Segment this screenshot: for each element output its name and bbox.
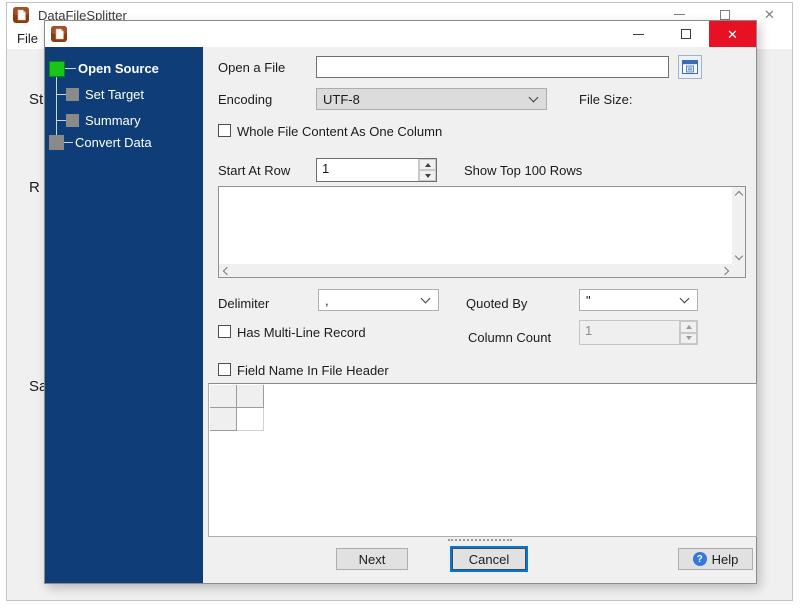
horizontal-scrollbar[interactable] <box>219 264 732 277</box>
chevron-right-icon <box>720 266 729 275</box>
scroll-down-button[interactable] <box>732 251 745 264</box>
start-at-row-value: 1 <box>322 161 330 176</box>
chevron-down-icon <box>734 251 743 261</box>
chevron-up-icon <box>734 190 743 200</box>
app-icon <box>13 7 29 23</box>
open-file-dialog-icon <box>682 60 698 74</box>
browse-file-button[interactable] <box>678 55 702 79</box>
app-icon <box>51 26 67 42</box>
delimiter-value: , <box>325 292 329 308</box>
spin-down-button <box>680 332 697 344</box>
dialog-maximize-button[interactable] <box>662 21 709 47</box>
step-marker-set-target <box>66 88 79 101</box>
maximize-icon <box>680 29 691 39</box>
close-icon: ✕ <box>764 7 775 22</box>
minimize-icon <box>674 14 685 15</box>
step-connector-line <box>64 142 73 143</box>
scrollbar-corner <box>732 264 745 277</box>
step-connector-line <box>56 120 66 121</box>
grid-data-cell[interactable] <box>237 408 264 431</box>
field-name-header-checkbox-label[interactable]: Field Name In File Header <box>237 363 389 378</box>
close-icon: ✕ <box>727 26 738 42</box>
minimize-icon <box>633 33 644 35</box>
step-marker-convert-data <box>49 135 64 150</box>
open-file-label: Open a File <box>218 60 286 75</box>
step-set-target: Set Target <box>85 87 145 102</box>
background-partial-label-2: R <box>29 179 40 196</box>
step-connector-line <box>56 77 57 139</box>
chevron-left-icon <box>222 266 231 275</box>
step-convert-data: Convert Data <box>75 135 152 150</box>
spin-down-button[interactable] <box>419 170 436 181</box>
step-connector-line <box>56 94 66 95</box>
whole-file-checkbox-label[interactable]: Whole File Content As One Column <box>237 124 442 139</box>
help-button[interactable]: ? Help <box>678 548 753 570</box>
scroll-up-button[interactable] <box>732 187 745 200</box>
dialog-minimize-button[interactable] <box>615 21 662 47</box>
multiline-record-checkbox[interactable] <box>218 325 231 338</box>
column-count-value: 1 <box>585 323 593 338</box>
whole-file-checkbox[interactable] <box>218 124 231 137</box>
spin-up-button[interactable] <box>419 159 436 170</box>
grid-corner-cell[interactable] <box>210 385 237 408</box>
grid-column-header[interactable] <box>237 385 264 408</box>
arrow-up-icon <box>685 324 692 329</box>
encoding-select[interactable]: UTF-8 <box>316 88 547 110</box>
step-open-source: Open Source <box>78 61 159 76</box>
splitter-handle[interactable] <box>448 539 512 541</box>
delimiter-select[interactable]: , <box>318 289 439 311</box>
chevron-down-icon <box>420 293 431 304</box>
column-count-label: Column Count <box>468 330 552 345</box>
data-preview-grid[interactable] <box>208 383 757 537</box>
cancel-button[interactable]: Cancel <box>452 548 526 570</box>
chevron-down-icon <box>679 293 690 304</box>
quoted-by-select[interactable]: " <box>579 289 698 311</box>
encoding-value: UTF-8 <box>323 91 360 107</box>
vertical-scrollbar[interactable] <box>732 187 745 264</box>
step-marker-open-source <box>49 61 65 77</box>
step-connector-line <box>65 68 76 69</box>
dialog-content: Open a File Encoding UTF-8 File Size: Wh… <box>203 47 757 583</box>
arrow-down-icon <box>424 173 431 178</box>
quoted-by-label: Quoted By <box>466 296 528 311</box>
grid-header-cells <box>210 385 264 431</box>
open-source-dialog: ✕ Open Source Set Target Summary Convert… <box>44 20 757 584</box>
start-at-row-label: Start At Row <box>218 163 291 178</box>
file-preview-textarea[interactable] <box>218 186 746 278</box>
next-button[interactable]: Next <box>336 548 408 570</box>
grid-row-header[interactable] <box>210 408 237 431</box>
encoding-label: Encoding <box>218 92 273 107</box>
dialog-close-button[interactable]: ✕ <box>709 21 756 47</box>
delimiter-label: Delimiter <box>218 296 270 311</box>
multiline-record-checkbox-label[interactable]: Has Multi-Line Record <box>237 325 366 340</box>
scroll-left-button[interactable] <box>219 264 232 277</box>
scroll-right-button[interactable] <box>719 264 732 277</box>
arrow-up-icon <box>424 162 431 167</box>
arrow-down-icon <box>685 336 692 341</box>
help-icon: ? <box>692 552 707 566</box>
menu-file[interactable]: File <box>17 31 38 46</box>
wizard-sidebar: Open Source Set Target Summary Convert D… <box>45 47 203 583</box>
spin-up-button <box>680 321 697 333</box>
open-file-input[interactable] <box>316 56 669 78</box>
help-button-label: Help <box>711 551 739 567</box>
step-marker-summary <box>66 114 79 127</box>
show-top-rows-label: Show Top 100 Rows <box>464 163 583 178</box>
maximize-icon <box>719 9 730 20</box>
chevron-down-icon <box>528 92 539 103</box>
dialog-titlebar: ✕ <box>45 21 756 47</box>
file-size-label: File Size: <box>579 92 633 107</box>
background-partial-label-1: St <box>29 91 44 108</box>
step-summary: Summary <box>85 113 141 128</box>
field-name-header-checkbox[interactable] <box>218 363 231 376</box>
quoted-by-value: " <box>586 292 591 308</box>
start-at-row-spinner[interactable]: 1 <box>316 158 437 182</box>
column-count-spinner: 1 <box>579 320 698 345</box>
